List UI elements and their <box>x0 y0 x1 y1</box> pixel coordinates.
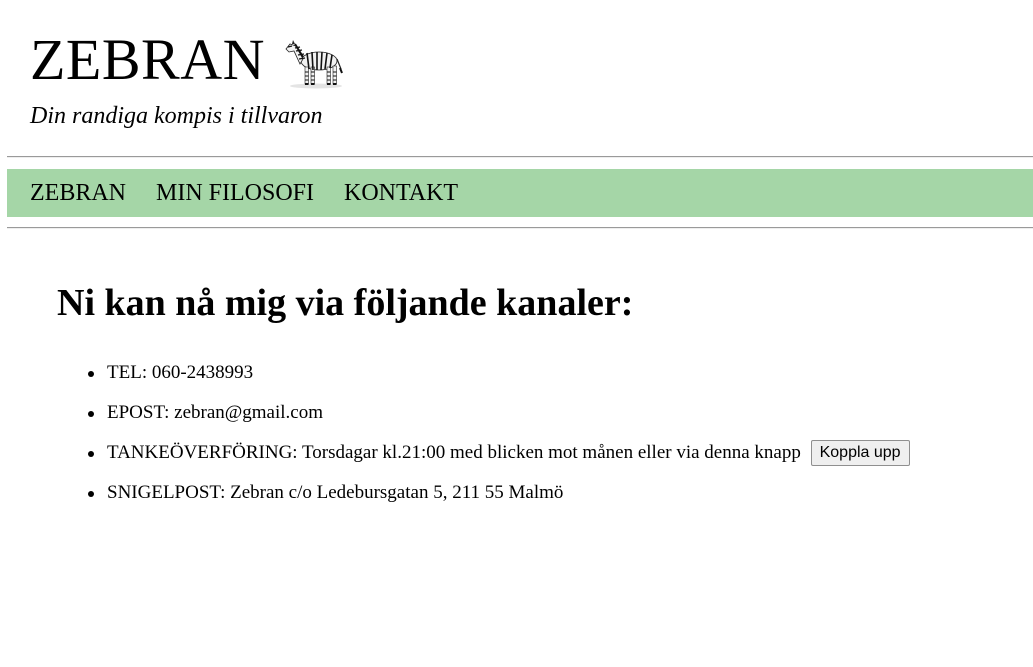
nav-item-zebran[interactable]: ZEBRAN <box>30 169 126 217</box>
logo: ZEBRAN <box>30 28 347 92</box>
channel-email-text: EPOST: zebran@gmail.com <box>107 402 324 423</box>
page-title: Ni kan nå mig via följande kanaler: <box>57 282 634 324</box>
connect-button[interactable]: Koppla upp <box>810 440 910 466</box>
channel-telepathy: TANKEÖVERFÖRING: Torsdagar kl.21:00 med … <box>88 438 910 468</box>
zebra-image <box>285 40 343 89</box>
site-header: ZEBRAN <box>30 28 347 92</box>
channel-telepathy-text: TANKEÖVERFÖRING: Torsdagar kl.21:00 med … <box>107 442 801 463</box>
channel-snail-mail-text: SNIGELPOST: Zebran c/o Ledebursgatan 5, … <box>107 482 564 503</box>
channel-snail-mail: SNIGELPOST: Zebran c/o Ledebursgatan 5, … <box>88 478 910 508</box>
site-tagline: Din randiga kompis i tillvaron <box>30 103 323 129</box>
divider-top <box>7 156 1033 158</box>
nav-item-kontakt[interactable]: KONTAKT <box>344 169 458 217</box>
channel-phone-text: TEL: 060-2438993 <box>107 362 254 383</box>
contact-channel-list: TEL: 060-2438993 EPOST: zebran@gmail.com… <box>88 358 910 518</box>
nav-item-min-filosofi[interactable]: MIN FILOSOFI <box>156 169 314 217</box>
page: ZEBRAN Din randiga kompis i tillvaron ZE… <box>0 0 1033 667</box>
main-nav: ZEBRAN MIN FILOSOFI KONTAKT <box>7 169 1033 217</box>
channel-email: EPOST: zebran@gmail.com <box>88 398 910 428</box>
site-title: ZEBRAN <box>30 27 265 92</box>
channel-phone: TEL: 060-2438993 <box>88 358 910 388</box>
divider-bottom <box>7 227 1033 229</box>
